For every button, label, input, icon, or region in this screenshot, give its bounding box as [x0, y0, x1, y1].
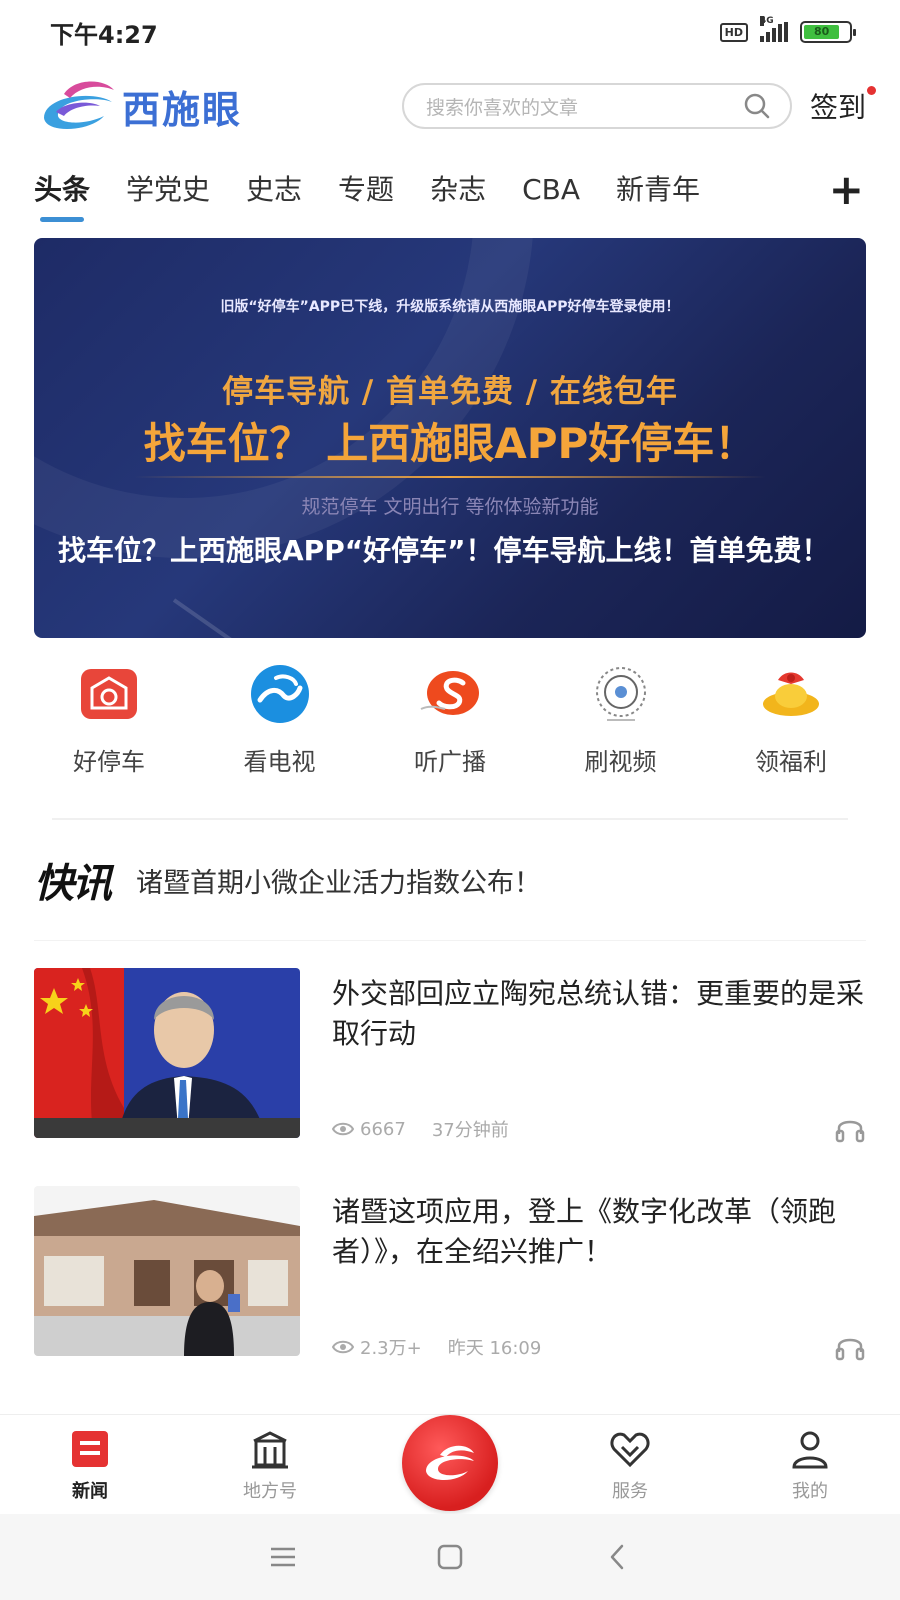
news-thumbnail [34, 1186, 300, 1356]
nav-label: 新闻 [72, 1480, 108, 1502]
nav-local[interactable]: 地方号 [180, 1415, 360, 1514]
headphone-icon[interactable] [834, 1112, 866, 1144]
profile-icon [792, 1431, 828, 1468]
tab-magazine[interactable]: 杂志 [430, 160, 486, 226]
eye-icon [332, 1340, 354, 1354]
battery-icon: 80 [800, 21, 856, 43]
news-time: 昨天 16:09 [447, 1338, 542, 1359]
radio-icon [418, 662, 482, 726]
headphone-icon[interactable] [834, 1330, 866, 1362]
quick-entry-radio[interactable]: 听广播 [375, 662, 525, 792]
banner-notice: 旧版“好停车”APP已下线，升级版系统请从西施眼APP好停车登录使用！ [220, 299, 680, 315]
nav-profile[interactable]: 我的 [720, 1415, 900, 1514]
app-logo-icon [402, 1414, 498, 1511]
nav-label: 服务 [612, 1480, 648, 1502]
banner-decoration-line [172, 598, 585, 638]
flash-news[interactable]: 快讯 诸暨首期小微企业活力指数公布！ [34, 848, 866, 912]
nav-service[interactable]: 服务 [540, 1415, 720, 1514]
news-views: 2.3万+ [332, 1334, 422, 1360]
heart-service-icon [610, 1432, 650, 1467]
news-title: 外交部回应立陶宛总统认错：更重要的是采取行动 [332, 977, 865, 1050]
quick-entry-video[interactable]: 刷视频 [546, 662, 696, 792]
tab-headlines[interactable]: 头条 [34, 160, 90, 226]
nav-home-logo[interactable] [360, 1414, 540, 1514]
quick-entry-label: 听广播 [414, 748, 486, 776]
search-placeholder: 搜索你喜欢的文章 [425, 96, 578, 119]
search-icon[interactable] [742, 91, 772, 121]
tab-party-history[interactable]: 学党史 [126, 160, 210, 226]
news-view-count: 6667 [360, 1118, 406, 1140]
signin-button[interactable]: 签到 [809, 86, 876, 126]
hero-banner[interactable]: 旧版“好停车”APP已下线，升级版系统请从西施眼APP好停车登录使用！ 停车导航… [34, 238, 866, 638]
nav-news[interactable]: 新闻 [0, 1415, 180, 1514]
banner-divider [134, 476, 766, 478]
bottom-nav: 新闻 地方号 服务 我的 [0, 1414, 900, 1514]
app-logo: 西施眼 [34, 76, 242, 136]
video-icon [589, 662, 653, 726]
menu-icon[interactable] [263, 1537, 303, 1577]
notification-dot [867, 86, 876, 95]
parking-icon [77, 662, 141, 726]
status-time: 下午4:27 [50, 20, 158, 49]
system-nav-bar [0, 1514, 900, 1600]
eye-icon [332, 1122, 354, 1136]
app-header: 西施眼 搜索你喜欢的文章 签到 [0, 64, 900, 148]
search-input[interactable]: 搜索你喜欢的文章 [401, 83, 792, 129]
quick-entry-label: 好停车 [73, 748, 145, 776]
quick-entry-label: 刷视频 [584, 748, 657, 776]
banner-subheading: 停车导航 / 首单免费 / 在线包年 [222, 374, 678, 410]
network-type: 4G [760, 16, 774, 26]
quick-entry-label: 领福利 [755, 748, 827, 776]
news-views: 6667 [332, 1119, 406, 1140]
flash-news-title: 快讯 [34, 860, 112, 907]
channel-tabs: 头条 学党史 史志 专题 杂志 CBA 新青年 [0, 160, 900, 226]
home-square-icon[interactable] [430, 1537, 470, 1577]
status-bar: 下午4:27 HD 4G 80 [0, 0, 900, 64]
building-icon [252, 1430, 288, 1468]
logo-text: 西施眼 [122, 86, 243, 132]
tv-icon [248, 662, 312, 726]
banner-slogan: 规范停车 文明出行 等你体验新功能 [301, 496, 599, 518]
news-view-count: 2.3万+ [360, 1338, 422, 1359]
news-meta: 6667 37分钟前 [332, 1116, 509, 1142]
news-icon [72, 1430, 108, 1467]
signin-label: 签到 [809, 91, 866, 124]
gift-icon [759, 662, 823, 726]
banner-heading: 找车位？ 上西施眼APP好停车！ [143, 419, 757, 468]
quick-entry-gift[interactable]: 领福利 [716, 662, 866, 792]
tab-new-youth[interactable]: 新青年 [616, 160, 700, 226]
add-channel-icon[interactable]: + [829, 166, 864, 214]
section-divider [52, 818, 848, 820]
signal-icon: 4G [760, 16, 788, 42]
status-indicators: HD 4G 80 [719, 16, 856, 43]
nav-label: 地方号 [243, 1480, 297, 1502]
news-time: 37分钟前 [431, 1120, 509, 1141]
banner-caption: 找车位？上西施眼APP“好停车”！停车导航上线！首单免费！ [58, 534, 830, 567]
nav-label: 我的 [792, 1480, 828, 1502]
quick-entry-tv[interactable]: 看电视 [205, 662, 355, 792]
tab-cba[interactable]: CBA [522, 160, 580, 226]
back-icon[interactable] [597, 1537, 637, 1577]
hd-icon: HD [719, 22, 748, 42]
flash-news-text: 诸暨首期小微企业活力指数公布！ [136, 867, 541, 899]
tab-chronicles[interactable]: 史志 [246, 160, 302, 226]
news-item[interactable]: 诸暨这项应用，登上《数字化改革（领跑者）》，在全绍兴推广！ 2.3万+ 昨天 1… [34, 1186, 866, 1361]
battery-level: 80 [804, 25, 840, 39]
news-title: 诸暨这项应用，登上《数字化改革（领跑者）》，在全绍兴推广！ [332, 1195, 837, 1268]
tab-topics[interactable]: 专题 [338, 160, 394, 226]
news-meta: 2.3万+ 昨天 16:09 [332, 1334, 541, 1360]
news-thumbnail [34, 968, 300, 1138]
quick-entry-parking[interactable]: 好停车 [34, 662, 184, 792]
news-item[interactable]: 外交部回应立陶宛总统认错：更重要的是采取行动 6667 37分钟前 [34, 968, 866, 1143]
logo-swirl-icon [44, 81, 114, 130]
quick-entry-label: 看电视 [243, 748, 316, 776]
section-divider [34, 940, 866, 941]
quick-entry-row: 好停车 看电视 听广播 刷视频 领福利 [34, 662, 866, 792]
